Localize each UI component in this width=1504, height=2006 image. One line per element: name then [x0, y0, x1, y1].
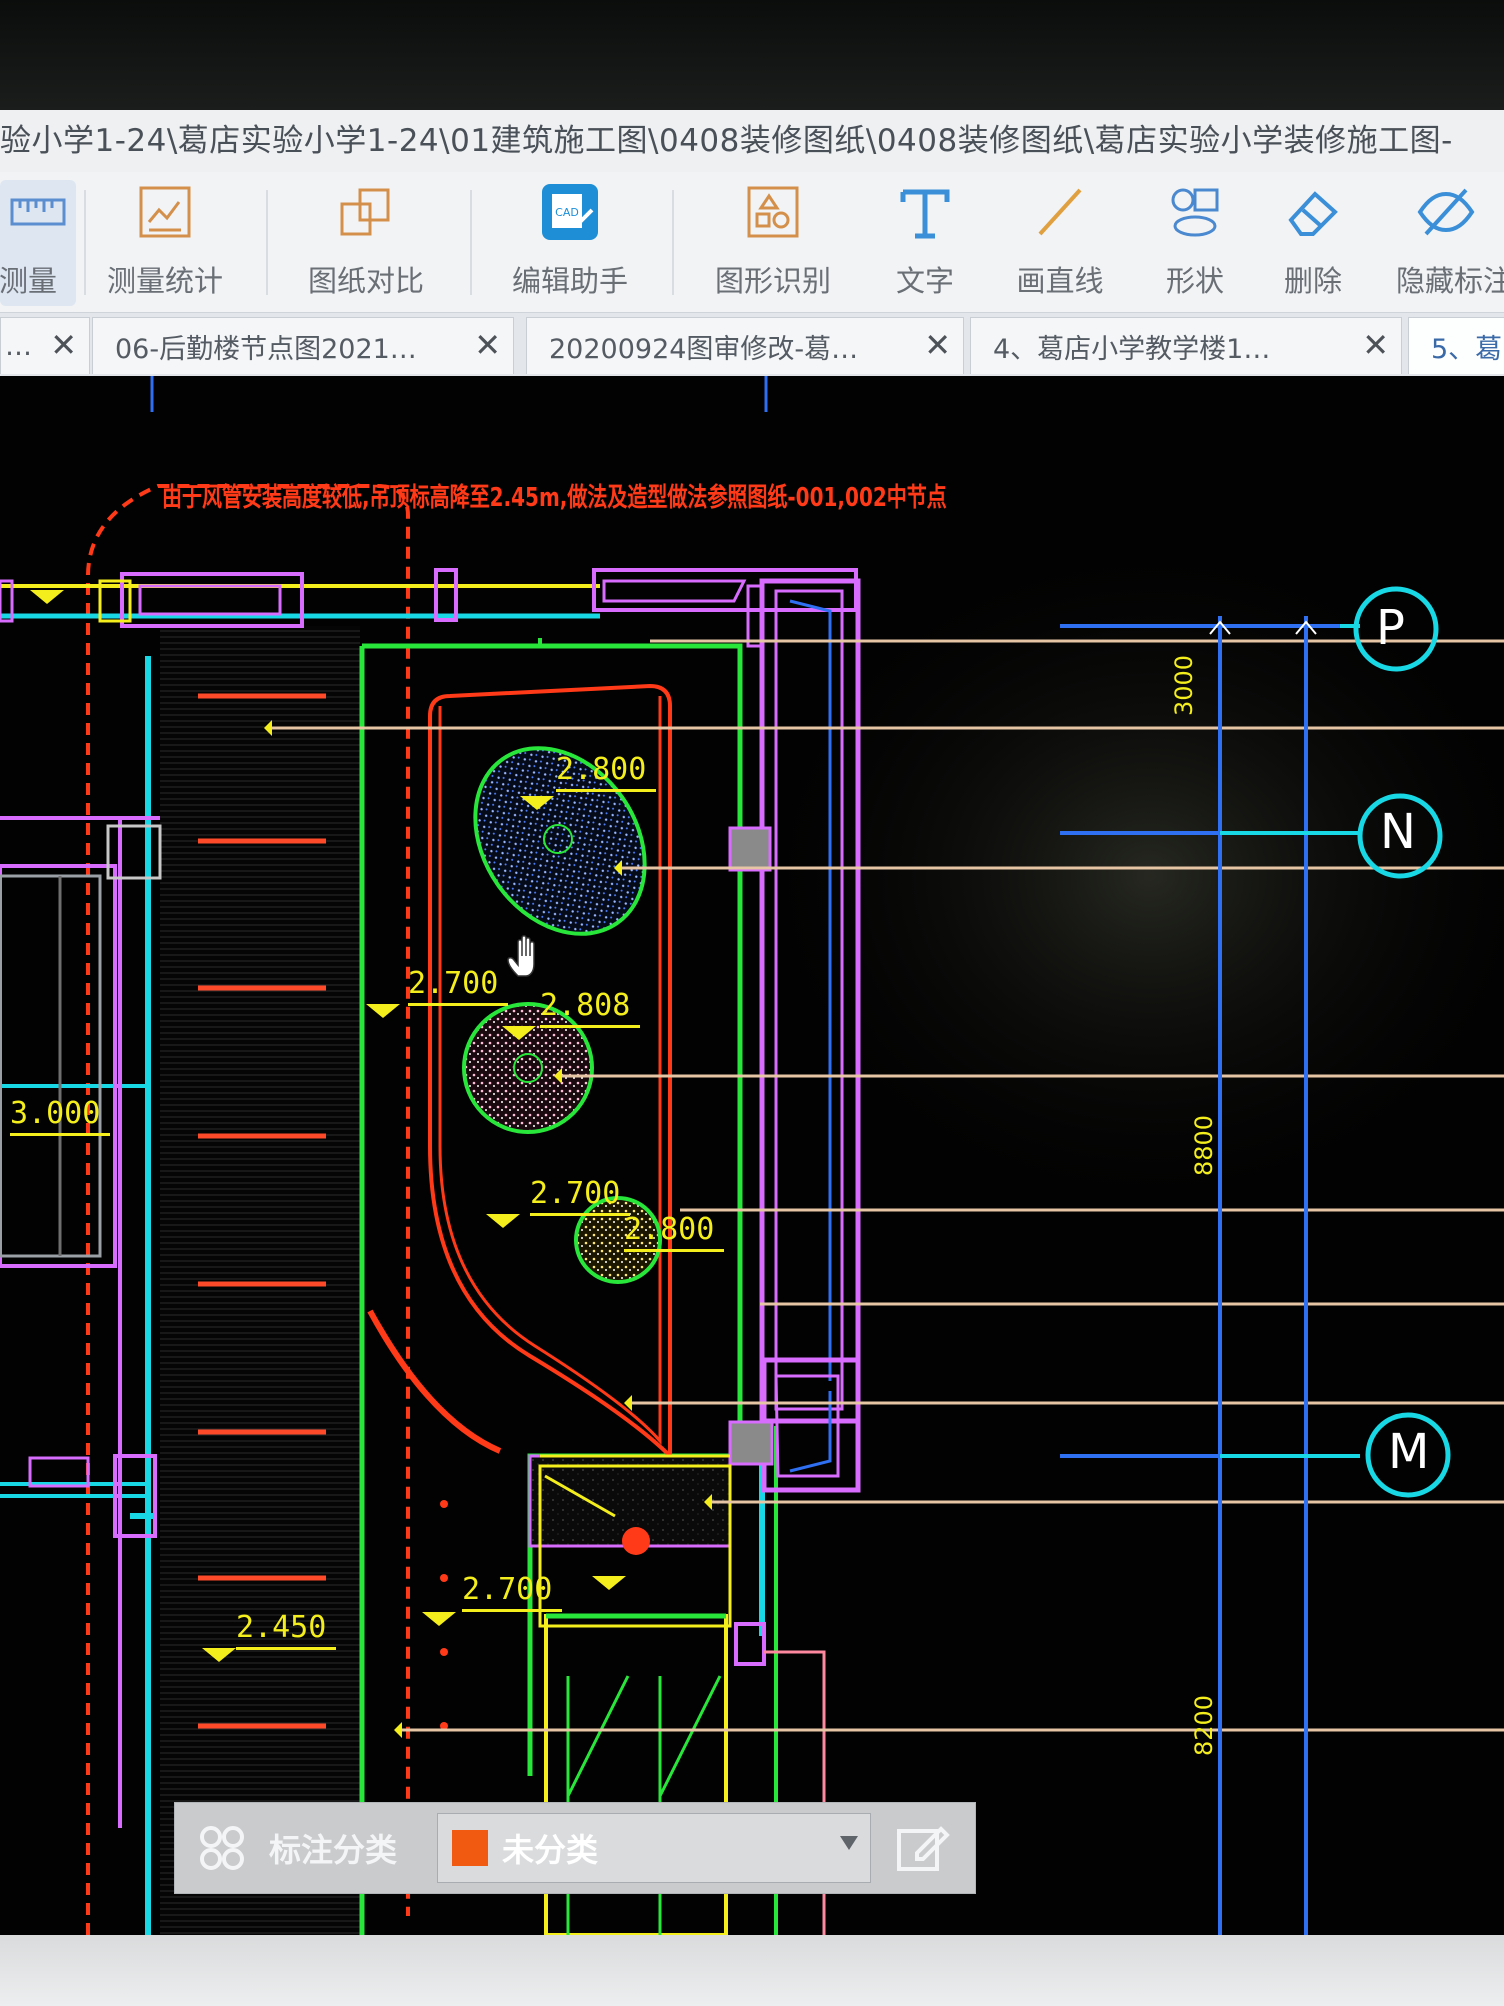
shape-recognize-icon [741, 180, 805, 244]
tab-label: 06-后勤楼节点图2021… [115, 333, 417, 365]
tool-shapes-button[interactable]: 形状 [1150, 180, 1240, 306]
axis-label-m: M [1388, 1424, 1430, 1480]
tool-label: 画直线 [1016, 264, 1104, 298]
tool-label: 删除 [1283, 264, 1342, 298]
tool-measure-stats-button[interactable]: 测量统计 [100, 180, 230, 306]
edit-icon[interactable] [891, 1817, 951, 1877]
dimension-label: 8800 [1190, 1114, 1218, 1176]
tool-label: 文字 [895, 264, 954, 298]
toolbar-separator [266, 190, 268, 295]
dimension-label: 8200 [1190, 1694, 1218, 1756]
annotation-category-bar: 标注分类 未分类 [174, 1802, 976, 1894]
elevation-markers [30, 590, 626, 1662]
eye-hide-icon [1414, 180, 1478, 244]
file-tab-active[interactable]: 5、葛 [1408, 317, 1504, 374]
chevron-down-icon [840, 1836, 858, 1850]
close-icon[interactable]: ✕ [474, 326, 501, 364]
close-icon[interactable]: ✕ [50, 326, 77, 364]
window-title-path: 验小学1-24\葛店实验小学1-24\01建筑施工图\0408装修图纸\0408… [0, 123, 1453, 159]
monitor-bezel-top [0, 0, 1504, 110]
annotation-category-select[interactable]: 未分类 [437, 1813, 871, 1883]
category-color-swatch [452, 1830, 488, 1866]
tab-label: 5、葛 [1431, 333, 1503, 365]
file-tab[interactable]: 4、葛店小学教学楼1… ✕ [970, 317, 1402, 374]
toolbar-separator [84, 190, 86, 295]
toolbar-separator [672, 190, 674, 295]
tab-label: 20200924图审修改-葛… [549, 333, 859, 365]
window-title-bar: 验小学1-24\葛店实验小学1-24\01建筑施工图\0408装修图纸\0408… [0, 110, 1504, 172]
axis-label-n: N [1380, 804, 1416, 860]
tool-measure-button[interactable]: 测量 [0, 180, 76, 306]
tool-label: 测量统计 [106, 264, 223, 298]
text-icon [893, 180, 957, 244]
file-tab[interactable]: 06-后勤楼节点图2021… ✕ [92, 317, 514, 374]
tab-label: 4、葛店小学教学楼1… [993, 333, 1271, 365]
cad-drawing-canvas[interactable]: 由于风管安装高度较低,吊顶标高降至2.45m,做法及造型做法参照图纸-001,0… [0, 376, 1504, 1935]
tab-label: … [5, 330, 32, 362]
tool-shape-recognize-button[interactable]: 图形识别 [700, 180, 846, 306]
compare-icon [334, 180, 398, 244]
grid-icon[interactable] [197, 1823, 247, 1873]
selected-category: 未分类 [502, 1831, 599, 1869]
file-tab[interactable]: 20200924图审修改-葛… ✕ [526, 317, 964, 374]
tool-edit-assistant-button[interactable]: CAD 编辑助手 [500, 180, 640, 306]
cad-edit-icon: CAD [538, 180, 602, 244]
monitor-bezel-bottom [0, 1935, 1504, 2006]
svg-text:CAD: CAD [555, 206, 579, 219]
measure-stats-icon [133, 180, 197, 244]
tool-hide-annotations-button[interactable]: 隐藏标注 [1390, 180, 1504, 306]
axis-label-p: P [1376, 600, 1405, 656]
hand-cursor-icon [507, 935, 535, 977]
tool-label: 图纸对比 [307, 264, 424, 298]
ruler-icon [6, 180, 70, 244]
toolbar: 测量 测量统计 图纸对比 CAD 编辑助手 图形识别 文字 画直线 形状 删除 … [0, 172, 1504, 312]
tool-label: 形状 [1165, 264, 1224, 298]
tool-label: 测量 [0, 264, 57, 298]
close-icon[interactable]: ✕ [924, 326, 951, 364]
tool-label: 编辑助手 [511, 264, 628, 298]
line-icon [1028, 180, 1092, 244]
file-tab-strip: … ✕ 06-后勤楼节点图2021… ✕ 20200924图审修改-葛… ✕ 4… [0, 312, 1504, 377]
toolbar-separator [470, 190, 472, 295]
tool-line-button[interactable]: 画直线 [1000, 180, 1120, 306]
eraser-icon [1281, 180, 1345, 244]
annotation-category-label: 标注分类 [269, 1831, 398, 1869]
close-icon[interactable]: ✕ [1362, 326, 1389, 364]
tool-delete-button[interactable]: 删除 [1268, 180, 1358, 306]
shapes-icon [1163, 180, 1227, 244]
tool-text-button[interactable]: 文字 [880, 180, 970, 306]
tool-label: 隐藏标注 [1396, 264, 1504, 298]
tool-label: 图形识别 [714, 264, 831, 298]
dimension-label: 3000 [1170, 654, 1198, 716]
file-tab[interactable]: … ✕ [0, 317, 90, 374]
tool-compare-button[interactable]: 图纸对比 [296, 180, 436, 306]
